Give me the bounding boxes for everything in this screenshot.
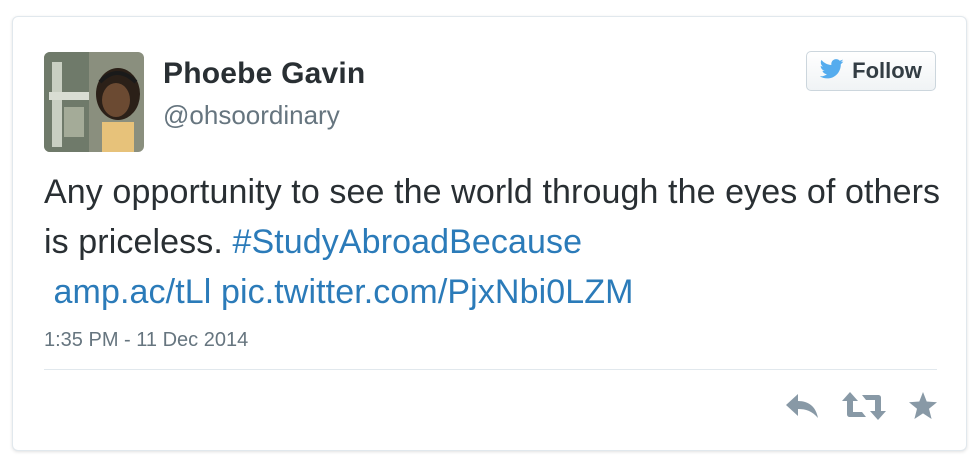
user-avatar-photo (44, 52, 144, 152)
timestamp[interactable]: 1:35 PM - 11 Dec 2014 (44, 329, 248, 352)
follow-button[interactable]: Follow (806, 51, 936, 91)
tweet-text: Any opportunity to see the world through… (44, 167, 944, 317)
divider (44, 369, 937, 370)
follow-label: Follow (852, 58, 922, 83)
avatar[interactable] (44, 52, 144, 152)
twitter-bird-icon (819, 58, 844, 84)
hashtag-link[interactable]: #StudyAbroadBecause (232, 223, 582, 261)
short-link[interactable]: amp.ac/tLl (54, 273, 212, 311)
user-name[interactable]: Phoebe Gavin (163, 57, 365, 91)
star-icon[interactable] (908, 392, 938, 420)
reply-icon[interactable] (784, 392, 820, 420)
user-handle[interactable]: @ohsoordinary (163, 100, 340, 131)
retweet-icon[interactable] (842, 392, 886, 420)
pic-link[interactable]: pic.twitter.com/PjxNbi0LZM (221, 273, 634, 311)
tweet-actions (784, 392, 938, 420)
tweet-card: Phoebe Gavin @ohsoordinary Follow Any op… (12, 16, 967, 451)
